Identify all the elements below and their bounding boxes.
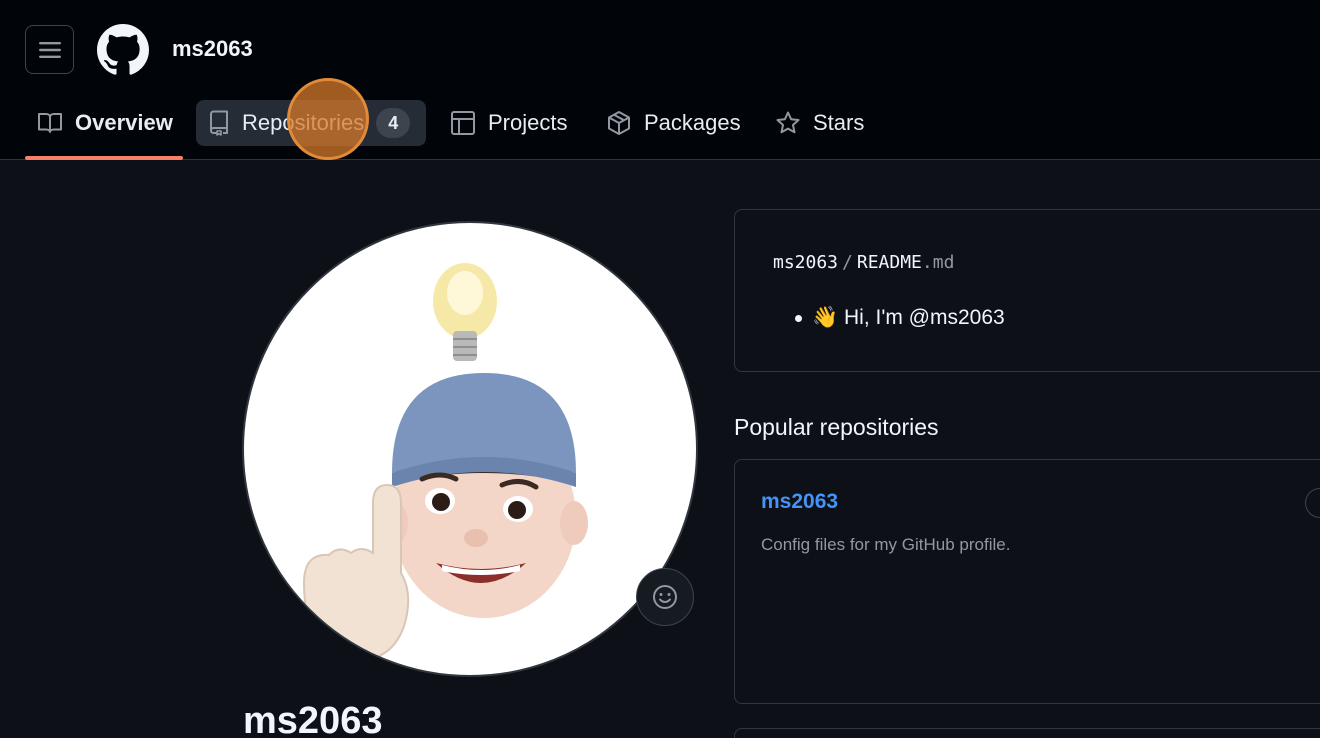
- tab-packages[interactable]: Packages: [594, 100, 753, 146]
- repo-link[interactable]: ms2063: [761, 490, 838, 514]
- readme-card: ms2063/README.md 👋 Hi, I'm @ms2063: [734, 209, 1320, 372]
- set-status-button[interactable]: [636, 568, 694, 626]
- repositories-count-badge: 4: [376, 108, 411, 138]
- package-icon: [608, 111, 630, 135]
- readme-path: ms2063/README.md: [773, 252, 954, 273]
- memoji-avatar: [302, 263, 588, 663]
- repo-icon: [210, 110, 228, 136]
- profile-tabs: Overview Repositories 4 Projects Package…: [0, 100, 1320, 160]
- header-username[interactable]: ms2063: [172, 36, 253, 62]
- tab-stars[interactable]: Stars: [763, 100, 876, 146]
- tab-packages-label: Packages: [644, 110, 741, 135]
- github-mark-icon[interactable]: [97, 24, 149, 76]
- book-icon: [38, 113, 62, 133]
- top-header: ms2063 Overview Repositories 4 Projects: [0, 0, 1320, 160]
- table-icon: [451, 111, 475, 135]
- readme-file-ext: .md: [921, 252, 955, 273]
- repo-description: Config files for my GitHub profile.: [761, 535, 1011, 554]
- star-icon: [776, 111, 800, 134]
- profile-avatar[interactable]: [242, 221, 698, 677]
- readme-separator: /: [842, 252, 853, 273]
- tab-projects[interactable]: Projects: [438, 100, 579, 146]
- readme-item-text: 👋 Hi, I'm @ms2063: [812, 306, 1005, 329]
- menu-button[interactable]: [25, 25, 74, 74]
- tab-overview[interactable]: Overview: [25, 100, 185, 146]
- tab-stars-label: Stars: [813, 110, 865, 135]
- repo-visibility-badge: [1305, 488, 1320, 518]
- bullet: [795, 314, 802, 322]
- readme-owner[interactable]: ms2063: [773, 252, 838, 273]
- readme-list-item: 👋 Hi, I'm @ms2063: [795, 306, 1005, 330]
- click-indicator: [287, 78, 369, 160]
- active-tab-underline: [25, 156, 183, 160]
- tab-projects-label: Projects: [488, 110, 568, 135]
- readme-file-base[interactable]: README: [857, 252, 922, 273]
- pinned-repo-card: ms2063 Config files for my GitHub profil…: [734, 459, 1320, 704]
- tab-overview-label: Overview: [75, 110, 173, 135]
- popular-repositories-heading: Popular repositories: [734, 414, 939, 440]
- smiley-icon: [653, 585, 677, 609]
- hamburger-icon: [38, 41, 61, 58]
- profile-name: ms2063: [243, 700, 383, 738]
- pinned-repo-card-next: [734, 728, 1320, 738]
